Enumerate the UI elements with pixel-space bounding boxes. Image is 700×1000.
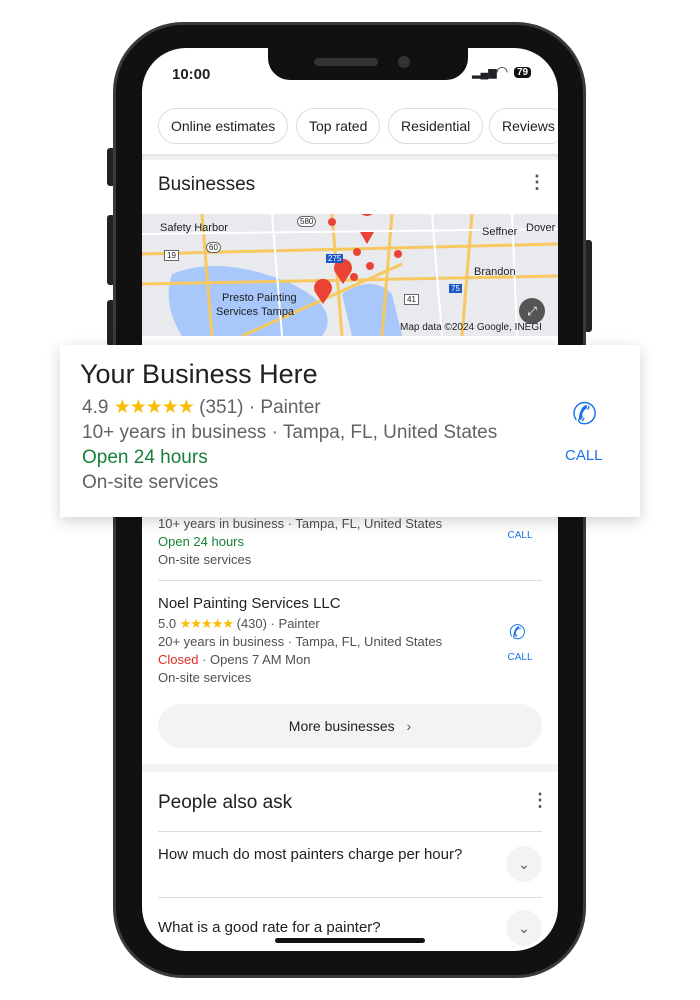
road-shield: 275 [326, 254, 344, 263]
more-options-icon[interactable]: ⋮ [528, 172, 546, 193]
phone-icon[interactable]: ✆ [509, 620, 526, 645]
more-businesses-button[interactable]: More businesses › [158, 704, 542, 748]
chip-top-rated[interactable]: Top rated [296, 108, 381, 144]
category: · Painter [248, 397, 321, 418]
featured-business-card[interactable]: Your Business Here 4.9 ★★★★★ (351) · Pai… [60, 345, 640, 517]
battery-icon: 79 [514, 67, 532, 78]
map-label: Dover [526, 222, 556, 234]
chip-online-estimates[interactable]: Online estimates [158, 108, 289, 144]
road-shield: 580 [297, 216, 317, 227]
business-details: 10+ years in business · Tampa, FL, Unite… [82, 422, 498, 443]
people-also-ask-title: People also ask [158, 792, 293, 813]
call-button[interactable]: CALL [500, 652, 540, 663]
call-button[interactable]: CALL [565, 447, 603, 464]
business-services: On-site services [82, 472, 219, 493]
divider [158, 580, 542, 581]
expand-map-icon[interactable]: ⤢ [519, 298, 545, 324]
business-details: 10+ years in business · Tampa, FL, Unite… [158, 516, 443, 531]
notch [268, 48, 468, 80]
road-shield: 60 [206, 242, 221, 253]
business-services: On-site services [158, 670, 252, 685]
road-shield: 19 [164, 250, 179, 261]
more-options-icon[interactable]: ⋮ [531, 790, 549, 811]
map[interactable]: Safety Harbor Seffner Dover Brandon Pres… [142, 214, 558, 336]
business-info: 4.9 ★★★★★ (351) · Painter 10+ years in b… [82, 395, 497, 495]
review-count: (430) [236, 616, 267, 631]
chevron-down-icon[interactable]: ⌄ [506, 846, 542, 882]
more-businesses-label: More businesses [288, 718, 395, 734]
business-partial[interactable]: 10+ years in business · Tampa, FL, Unite… [158, 515, 442, 569]
business-name[interactable]: Noel Painting Services LLC [158, 593, 442, 615]
business-services: On-site services [158, 552, 252, 567]
home-indicator [275, 938, 425, 943]
map-label: Safety Harbor [160, 222, 228, 234]
business-hours: Open 24 hours [82, 447, 208, 468]
businesses-title: Businesses [158, 174, 256, 195]
category: · Painter [270, 616, 320, 631]
business-name[interactable]: Your Business Here [80, 359, 318, 390]
road-shield: 41 [404, 294, 419, 305]
map-attribution: Map data ©2024 Google, INEGI [400, 322, 542, 333]
rating: 5.0 [158, 616, 177, 631]
chip-reviews[interactable]: Reviews [489, 108, 558, 144]
rating: 4.9 [82, 397, 109, 418]
map-label: Seffner [482, 226, 518, 238]
paa-question[interactable]: What is a good rate for a painter? [158, 918, 478, 938]
chip-residential[interactable]: Residential [388, 108, 484, 144]
road-shield: 75 [449, 284, 462, 293]
paa-question[interactable]: How much do most painters charge per hou… [158, 845, 478, 865]
business-details: 20+ years in business · Tampa, FL, Unite… [158, 634, 443, 649]
divider [158, 831, 542, 832]
opens-time: · Opens 7 AM Mon [202, 652, 311, 667]
status-time: 10:00 [172, 66, 211, 83]
map-label: Presto Painting [222, 292, 297, 304]
business-hours: Open 24 hours [158, 534, 245, 549]
business-item[interactable]: Noel Painting Services LLC 5.0 ★★★★★ (43… [158, 593, 442, 687]
business-status: Closed [158, 652, 199, 667]
call-button[interactable]: CALL [500, 530, 540, 541]
review-count: (351) [199, 397, 244, 418]
star-rating-icon: ★★★★★ [179, 616, 234, 631]
phone-icon[interactable]: ✆ [572, 397, 597, 432]
map-label: Brandon [474, 266, 516, 278]
wifi-icon: ◠ [496, 63, 509, 79]
star-rating-icon: ★★★★★ [113, 397, 195, 418]
chevron-right-icon: › [406, 718, 412, 734]
map-label: Services Tampa [216, 306, 295, 318]
divider [158, 897, 542, 898]
chevron-down-icon[interactable]: ⌄ [506, 910, 542, 946]
signal-icon: ▂▄▆ [472, 67, 497, 79]
